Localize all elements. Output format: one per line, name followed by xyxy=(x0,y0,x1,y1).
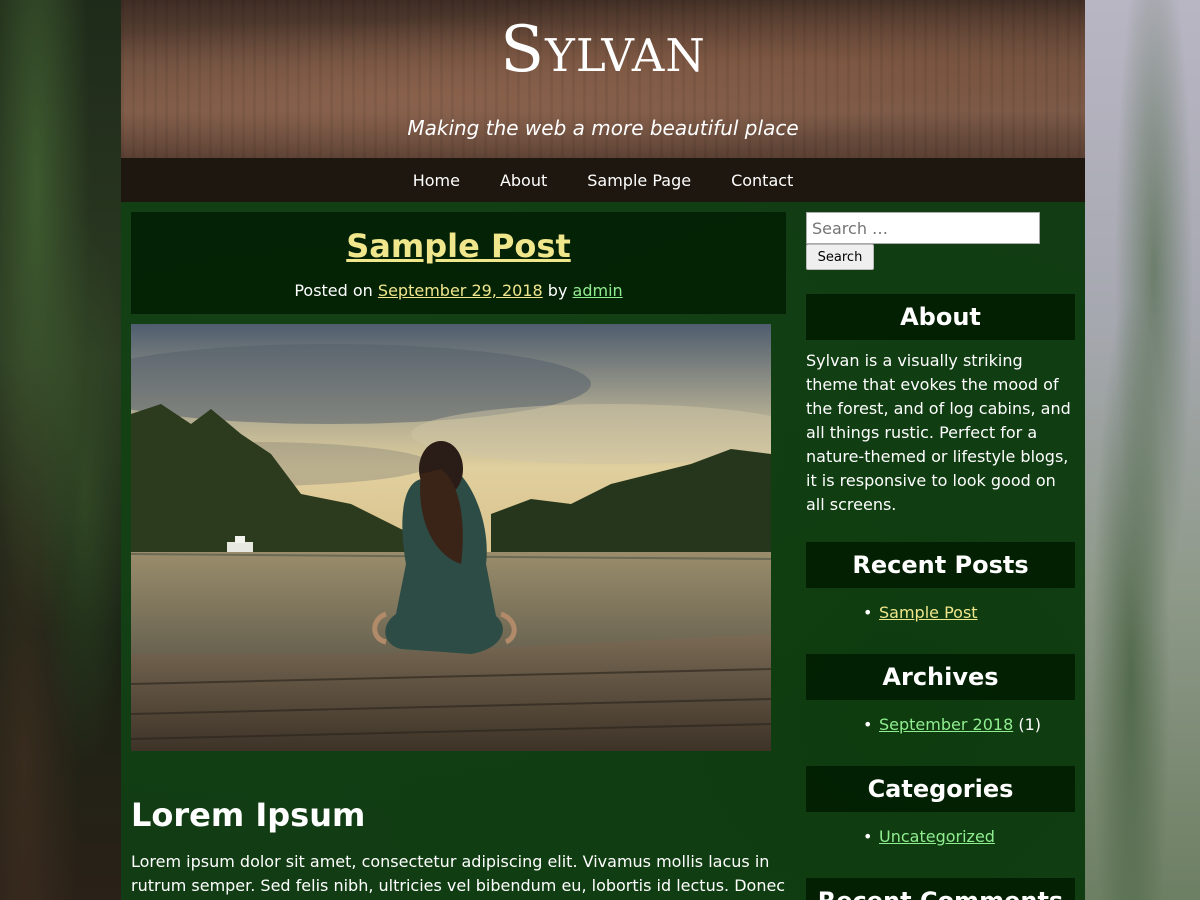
forest-background-right xyxy=(1085,0,1200,900)
list-item: Uncategorized xyxy=(863,825,995,849)
widget-title-archives: Archives xyxy=(806,654,1075,700)
recent-post-link[interactable]: Sample Post xyxy=(879,603,978,622)
nav-item-sample-page[interactable]: Sample Page xyxy=(567,171,711,190)
featured-image-meditation-dock xyxy=(131,324,771,751)
list-item: September 2018 (1) xyxy=(863,713,1042,737)
widget-title-categories: Categories xyxy=(806,766,1075,812)
post-author-link[interactable]: admin xyxy=(573,281,623,300)
list-item: Sample Post xyxy=(863,601,978,625)
widget-title-recent-comments: Recent Comments xyxy=(806,878,1075,900)
nav-item-home[interactable]: Home xyxy=(393,171,480,190)
widget-title-about: About xyxy=(806,294,1075,340)
post-date-link[interactable]: September 29, 2018 xyxy=(378,281,543,300)
category-link[interactable]: Uncategorized xyxy=(879,827,995,846)
archive-count: (1) xyxy=(1018,715,1042,734)
recent-posts-list: Sample Post xyxy=(863,601,978,625)
search-button[interactable]: Search xyxy=(806,244,874,270)
nav-item-contact[interactable]: Contact xyxy=(711,171,813,190)
post-meta-prefix: Posted on xyxy=(294,281,373,300)
post-title[interactable]: Sample Post xyxy=(131,226,786,266)
site-tagline: Making the web a more beautiful place xyxy=(407,116,799,140)
search-input[interactable] xyxy=(806,212,1040,244)
featured-image xyxy=(131,324,771,751)
nav-item-about[interactable]: About xyxy=(480,171,567,190)
post-header: Sample Post Posted on September 29, 2018… xyxy=(131,212,786,314)
page-container: Sylvan Making the web a more beautiful p… xyxy=(121,0,1085,900)
post-meta-by: by xyxy=(547,281,568,300)
article-paragraph: Lorem ipsum dolor sit amet, consectetur … xyxy=(131,852,786,895)
site-header: Sylvan Making the web a more beautiful p… xyxy=(121,0,1085,158)
about-text: Sylvan is a visually striking theme that… xyxy=(806,351,1071,514)
widget-title-recent-posts: Recent Posts xyxy=(806,542,1075,588)
forest-background-left xyxy=(0,0,121,900)
categories-list: Uncategorized xyxy=(863,825,995,849)
site-title[interactable]: Sylvan xyxy=(121,14,1085,86)
archive-link[interactable]: September 2018 xyxy=(879,715,1013,734)
article-heading: Lorem Ipsum xyxy=(131,796,366,834)
main-navigation: Home About Sample Page Contact xyxy=(121,158,1085,202)
post-meta: Posted on September 29, 2018 by admin xyxy=(131,280,786,302)
archives-list: September 2018 (1) xyxy=(863,713,1042,737)
